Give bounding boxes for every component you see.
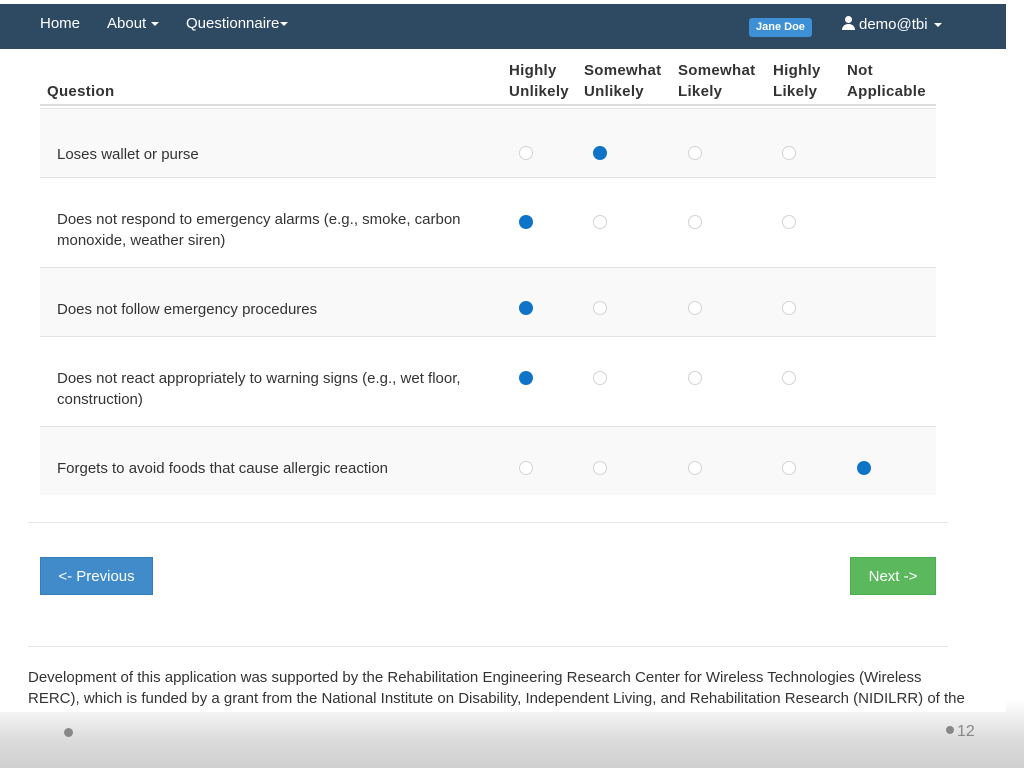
table-row: Does not react appropriately to warning … xyxy=(40,336,936,426)
column-header-somewhat-unlikely: Somewhat Unlikely xyxy=(584,60,661,102)
nav-about-dropdown[interactable]: About xyxy=(107,15,160,32)
radio-somewhat-likely[interactable] xyxy=(688,301,702,315)
column-header-line: Somewhat xyxy=(678,62,756,79)
nav-about-label: About xyxy=(107,15,147,32)
column-header-line: Likely xyxy=(678,83,723,100)
slide: Home About Questionnaire Jane Doe demo@t… xyxy=(0,0,1024,768)
slide-bullet-icon xyxy=(64,728,73,737)
radio-somewhat-unlikely[interactable] xyxy=(593,371,607,385)
radio-not-applicable[interactable] xyxy=(857,461,871,475)
table-row: Forgets to avoid foods that cause allerg… xyxy=(40,426,936,495)
radio-highly-likely[interactable] xyxy=(782,461,796,475)
table-header: Question Highly Unlikely Somewhat Unlikely… xyxy=(40,56,936,106)
column-header-highly-unlikely: Highly Unlikely xyxy=(509,60,569,102)
question-text: Forgets to avoid foods that cause allerg… xyxy=(57,460,389,477)
column-header-somewhat-likely: Somewhat Likely xyxy=(678,60,755,102)
radio-highly-unlikely[interactable] xyxy=(519,301,533,315)
radio-highly-unlikely[interactable] xyxy=(519,461,533,475)
radio-somewhat-unlikely[interactable] xyxy=(593,215,607,229)
next-button[interactable]: Next -> xyxy=(850,557,936,595)
column-header-highly-likely: Highly Likely xyxy=(773,60,821,102)
previous-button[interactable]: <- Previous xyxy=(40,557,153,595)
question-column-header: Question xyxy=(47,83,115,100)
question-text: Loses wallet or purse xyxy=(57,146,199,163)
column-header-line: Highly xyxy=(773,62,821,79)
radio-highly-likely[interactable] xyxy=(782,146,796,160)
column-header-line: Somewhat xyxy=(584,62,662,79)
column-header-line: Likely xyxy=(773,83,818,100)
nav-questionnaire-label: Questionnaire xyxy=(186,15,280,32)
table-row: Does not respond to emergency alarms (e.… xyxy=(40,177,936,267)
caret-down-icon xyxy=(933,23,942,28)
user-name-badge: Jane Doe xyxy=(749,18,812,37)
column-header-line: Unlikely xyxy=(584,83,644,100)
nav-questionnaire-dropdown[interactable]: Questionnaire xyxy=(186,15,289,32)
radio-somewhat-unlikely[interactable] xyxy=(593,146,607,160)
column-header-line: Highly xyxy=(509,62,557,79)
radio-highly-unlikely[interactable] xyxy=(519,146,533,160)
slide-number: 12 xyxy=(946,723,975,741)
radio-somewhat-likely[interactable] xyxy=(688,371,702,385)
radio-highly-unlikely[interactable] xyxy=(519,371,533,385)
account-label: demo@tbi xyxy=(859,16,928,33)
account-dropdown[interactable]: demo@tbi xyxy=(841,16,942,33)
column-header-line: Applicable xyxy=(847,83,926,100)
radio-highly-unlikely[interactable] xyxy=(519,215,533,229)
table-row: Does not follow emergency procedures xyxy=(40,267,936,336)
question-text: Does not react appropriately to warning … xyxy=(57,370,461,408)
column-header-line: Unlikely xyxy=(509,83,569,100)
question-text: Does not follow emergency procedures xyxy=(57,301,318,318)
section-divider xyxy=(28,522,948,523)
footer-divider xyxy=(28,646,948,647)
radio-highly-likely[interactable] xyxy=(782,371,796,385)
table-row: Loses wallet or purse xyxy=(40,108,936,177)
radio-highly-likely[interactable] xyxy=(782,301,796,315)
funding-acknowledgement: Development of this application was supp… xyxy=(28,669,965,712)
questionnaire-page: Home About Questionnaire Jane Doe demo@t… xyxy=(0,4,1006,712)
radio-somewhat-likely[interactable] xyxy=(688,146,702,160)
caret-down-icon xyxy=(280,22,289,27)
radio-somewhat-likely[interactable] xyxy=(688,215,702,229)
caret-down-icon xyxy=(151,22,160,27)
navbar: Home About Questionnaire Jane Doe demo@t… xyxy=(0,4,1006,49)
question-text: Does not respond to emergency alarms (e.… xyxy=(57,211,461,249)
radio-highly-likely[interactable] xyxy=(782,215,796,229)
radio-somewhat-unlikely[interactable] xyxy=(593,301,607,315)
column-header-not-applicable: Not Applicable xyxy=(847,60,926,102)
radio-somewhat-unlikely[interactable] xyxy=(593,461,607,475)
user-icon xyxy=(841,16,855,30)
nav-home-link[interactable]: Home xyxy=(40,15,80,32)
column-header-line: Not xyxy=(847,62,873,79)
radio-somewhat-likely[interactable] xyxy=(688,461,702,475)
